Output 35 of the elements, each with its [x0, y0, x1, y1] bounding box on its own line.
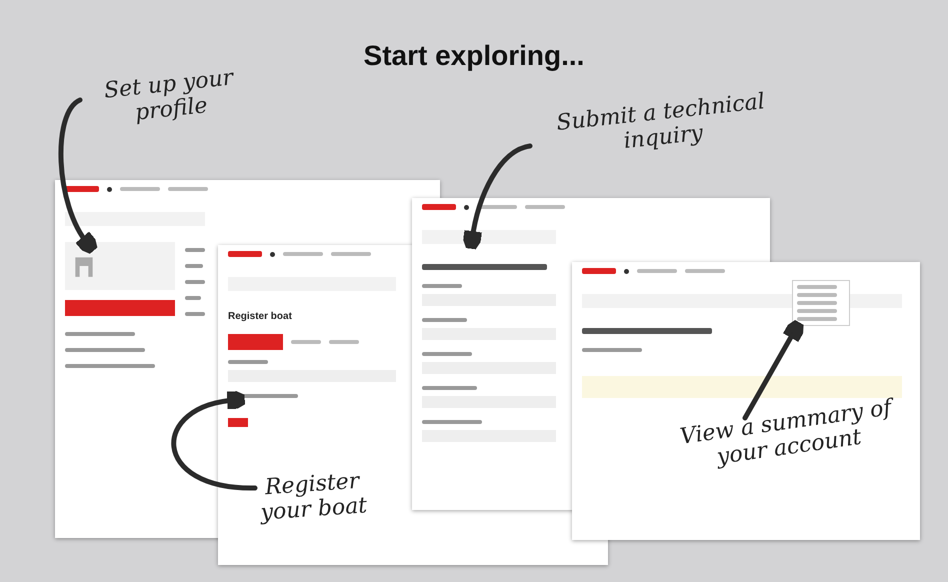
filter-dropdown[interactable] [582, 348, 642, 352]
submit-button[interactable] [228, 418, 248, 427]
bullet-icon [624, 268, 629, 274]
menu-item[interactable] [65, 348, 145, 352]
text-line [185, 312, 205, 316]
field-label [422, 284, 462, 288]
menu-item[interactable] [797, 317, 837, 321]
field-label [422, 420, 482, 424]
menu-item[interactable] [65, 364, 155, 368]
handwritten-caption: Register your boat [258, 468, 369, 528]
menu-item[interactable] [65, 300, 175, 316]
menu-item[interactable] [797, 301, 837, 305]
menu-item[interactable] [65, 332, 135, 336]
field-label [422, 386, 477, 390]
text-line [185, 280, 205, 284]
menu-item[interactable] [797, 285, 837, 289]
menu-item[interactable] [797, 293, 837, 297]
menu-item[interactable] [797, 309, 837, 313]
bullet-icon [107, 186, 112, 192]
handwritten-caption: Submit a technical inquiry [554, 88, 767, 156]
field-label [422, 318, 467, 322]
step-tab[interactable] [329, 340, 359, 344]
field-label [228, 360, 268, 364]
step-tab[interactable] [291, 340, 321, 344]
bullet-icon [464, 204, 469, 210]
handwritten-caption: Set up your profile [102, 64, 236, 128]
text-line [185, 248, 205, 252]
field-label [422, 352, 472, 356]
slide-title: Start exploring... [362, 39, 586, 72]
text-line [185, 296, 201, 300]
page-heading: Register boat [228, 311, 292, 322]
handwritten-caption: View a summary of your account [677, 394, 894, 472]
step-tab[interactable] [228, 334, 283, 350]
bullet-icon [270, 252, 275, 256]
text-line [185, 264, 203, 268]
